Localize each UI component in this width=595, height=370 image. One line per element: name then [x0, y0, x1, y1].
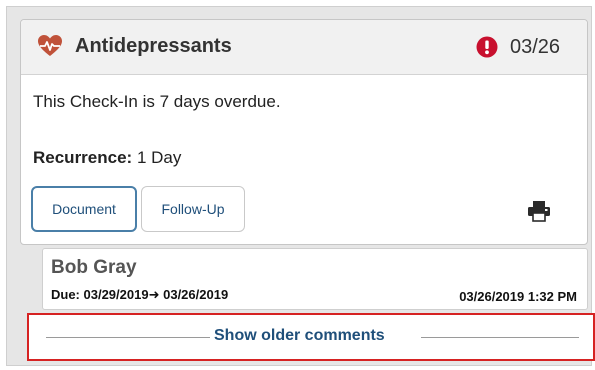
show-older-comments-row[interactable]: Show older comments [27, 313, 595, 361]
divider-left [46, 337, 210, 338]
heart-pulse-icon [38, 35, 62, 56]
comment-author: Bob Gray [51, 257, 137, 278]
recurrence-label: Recurrence: [33, 148, 133, 167]
card-title: Antidepressants [75, 35, 232, 57]
divider-right [421, 337, 579, 338]
exclamation-circle-icon [476, 36, 498, 58]
due-date: 03/26 [510, 36, 561, 58]
overdue-message: This Check-In is 7 days overdue. [33, 92, 281, 111]
document-button[interactable]: Document [31, 186, 137, 232]
comment-item: Bob Gray Due: 03/29/2019➜ 03/26/2019 03/… [42, 248, 588, 310]
recurrence-value: 1 Day [136, 148, 182, 167]
arrow-right-icon: ➜ [148, 287, 160, 302]
card-header: Antidepressants 03/26 [21, 20, 587, 75]
comment-due-old: Due: 03/29/2019 [51, 287, 149, 302]
recurrence: Recurrence: 1 Day [33, 148, 181, 168]
comment-due-change: Due: 03/29/2019➜ 03/26/2019 [51, 287, 228, 303]
show-older-comments-link[interactable]: Show older comments [214, 327, 385, 345]
checkin-card: Antidepressants 03/26 This Check-In is 7… [20, 19, 588, 245]
printer-icon[interactable] [527, 200, 551, 222]
follow-up-button[interactable]: Follow-Up [141, 186, 245, 232]
comment-due-new: 03/26/2019 [163, 287, 229, 302]
comment-timestamp: 03/26/2019 1:32 PM [459, 289, 577, 304]
